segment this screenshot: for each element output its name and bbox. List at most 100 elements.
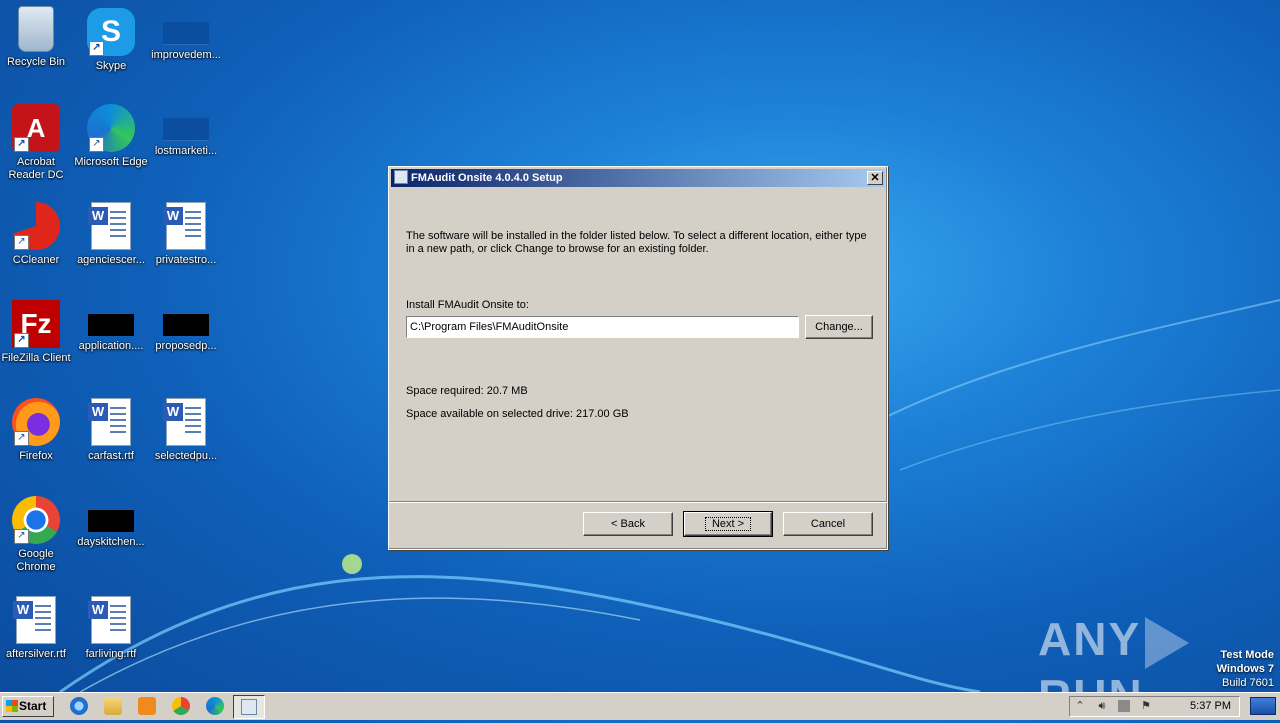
desktop-icon-edge[interactable]: ↗ Microsoft Edge bbox=[73, 104, 149, 169]
file-icon bbox=[163, 22, 209, 45]
action-center-flag-icon[interactable]: ⚑ bbox=[1140, 700, 1152, 712]
cancel-button[interactable]: Cancel bbox=[783, 512, 873, 536]
desktop-icon-label: Recycle Bin bbox=[6, 56, 66, 68]
desktop-icon-label: farliving.rtf bbox=[85, 648, 137, 660]
desktop-icon-label: aftersilver.rtf bbox=[6, 648, 66, 660]
desktop-icon-label: lostmarketi... bbox=[154, 145, 218, 157]
word-doc-icon: W bbox=[163, 398, 206, 446]
next-button[interactable]: Next > bbox=[683, 511, 773, 537]
desktop-icon-label: application.... bbox=[78, 340, 144, 352]
ie-icon[interactable] bbox=[70, 697, 88, 715]
acrobat-icon: A ↗ bbox=[12, 104, 60, 152]
word-doc-icon: W bbox=[163, 202, 206, 250]
setup-dialog: FMAudit Onsite 4.0.4.0 Setup ✕ The softw… bbox=[388, 166, 888, 550]
play-logo-icon bbox=[1145, 616, 1190, 669]
desktop-icon-label: agenciescer... bbox=[77, 254, 145, 266]
desktop-icon-aftersilver[interactable]: W aftersilver.rtf bbox=[0, 596, 74, 661]
intro-text: The software will be installed in the fo… bbox=[406, 230, 867, 255]
anyrun-brand-left: ANY bbox=[1038, 613, 1142, 665]
desktop-icon-label: selectedpu... bbox=[154, 450, 218, 462]
skype-icon: S ↗ bbox=[87, 8, 135, 56]
desktop-icon-label: Google Chrome bbox=[16, 548, 56, 573]
test-mode-text: Test Mode bbox=[1220, 649, 1274, 661]
desktop-icon-acrobat[interactable]: A ↗ Acrobat Reader DC bbox=[0, 104, 74, 182]
back-button[interactable]: < Back bbox=[583, 512, 673, 536]
volume-icon[interactable]: 🔊︎ bbox=[1096, 700, 1108, 712]
edge-icon: ↗ bbox=[87, 104, 135, 152]
cancel-button-label: Cancel bbox=[810, 518, 846, 530]
desktop-icon-filezilla[interactable]: Fz ↗ FileZilla Client bbox=[0, 300, 74, 365]
chevron-up-icon[interactable]: ⌃ bbox=[1074, 700, 1086, 712]
desktop-icon-label: privatestro... bbox=[155, 254, 217, 266]
desktop-icon-dayskitchen[interactable]: dayskitchen... bbox=[73, 496, 149, 549]
ccleaner-icon: ↗ bbox=[12, 202, 60, 250]
desktop-icon-lostmarketi[interactable]: lostmarketi... bbox=[148, 104, 224, 158]
build-text: Build 7601 bbox=[1222, 677, 1274, 689]
windows-logo-icon bbox=[6, 700, 18, 712]
setup-taskbar-button[interactable] bbox=[233, 695, 265, 719]
chrome-taskbar-icon[interactable] bbox=[172, 697, 190, 715]
close-icon: ✕ bbox=[870, 172, 880, 184]
dialog-separator bbox=[389, 501, 887, 503]
word-doc-icon: W bbox=[88, 398, 131, 446]
network-icon[interactable] bbox=[1118, 700, 1130, 712]
space-available-text: Space available on selected drive: 217.0… bbox=[406, 408, 629, 420]
desktop-icon-improvedem[interactable]: improvedem... bbox=[148, 8, 224, 62]
desktop-icon-agenciescer[interactable]: W agenciescer... bbox=[73, 202, 149, 267]
desktop-icon-ccleaner[interactable]: ↗ CCleaner bbox=[0, 202, 74, 267]
desktop-icon-firefox[interactable]: ↗ Firefox bbox=[0, 398, 74, 463]
file-icon bbox=[88, 314, 134, 336]
filezilla-icon: Fz ↗ bbox=[12, 300, 60, 348]
start-button[interactable]: Start bbox=[2, 696, 54, 717]
desktop-icon-label: FileZilla Client bbox=[1, 352, 71, 364]
change-button[interactable]: Change... bbox=[805, 315, 873, 339]
media-player-icon[interactable] bbox=[138, 697, 156, 715]
os-name-text: Windows 7 bbox=[1216, 663, 1274, 675]
desktop-icon-chrome[interactable]: ↗ Google Chrome bbox=[0, 496, 74, 574]
edge-taskbar-icon[interactable] bbox=[206, 697, 224, 715]
desktop-icon-skype[interactable]: S ↗ Skype bbox=[73, 8, 149, 73]
desktop-icon-label: CCleaner bbox=[12, 254, 60, 266]
desktop-icon-recycle-bin[interactable]: Recycle Bin bbox=[0, 6, 74, 69]
word-doc-icon: W bbox=[13, 596, 56, 644]
desktop-icon-label: improvedem... bbox=[151, 49, 221, 61]
install-path-field[interactable]: C:\Program Files\FMAuditOnsite bbox=[406, 316, 799, 338]
word-doc-icon: W bbox=[88, 596, 131, 644]
next-button-label: Next > bbox=[704, 517, 752, 531]
clock[interactable]: 5:37 PM bbox=[1190, 697, 1231, 716]
system-tray: ⌃ 🔊︎ ⚑ 5:37 PM bbox=[1069, 696, 1240, 717]
desktop-icon-label: Microsoft Edge bbox=[74, 156, 148, 168]
desktop-icon-privatestro[interactable]: W privatestro... bbox=[148, 202, 224, 267]
start-label: Start bbox=[19, 699, 47, 713]
show-desktop-button[interactable] bbox=[1250, 697, 1276, 715]
install-location-label: Install FMAudit Onsite to: bbox=[406, 299, 529, 311]
recycle-bin-icon bbox=[18, 6, 54, 52]
firefox-icon: ↗ bbox=[12, 398, 60, 446]
taskbar: Start ⌃ 🔊︎ ⚑ 5:37 PM bbox=[0, 692, 1280, 720]
desktop-icon-label: carfast.rtf bbox=[88, 450, 134, 462]
setup-app-icon bbox=[241, 699, 257, 715]
file-icon bbox=[163, 118, 209, 141]
desktop-icon-label: Acrobat Reader DC bbox=[8, 156, 64, 181]
desktop-icon-proposedp[interactable]: proposedp... bbox=[148, 300, 224, 353]
close-button[interactable]: ✕ bbox=[867, 171, 883, 185]
desktop-icon-selectedpu[interactable]: W selectedpu... bbox=[148, 398, 224, 463]
desktop-icon-label: Skype bbox=[95, 60, 127, 72]
dialog-title: FMAudit Onsite 4.0.4.0 Setup bbox=[411, 172, 563, 184]
desktop-icon-application[interactable]: application.... bbox=[73, 300, 149, 353]
change-button-label: Change... bbox=[815, 321, 863, 333]
file-icon bbox=[88, 510, 134, 532]
file-icon bbox=[163, 314, 209, 336]
desktop-icon-carfast[interactable]: W carfast.rtf bbox=[73, 398, 149, 463]
setup-app-icon bbox=[394, 170, 408, 184]
space-required-text: Space required: 20.7 MB bbox=[406, 385, 528, 397]
explorer-folder-icon[interactable] bbox=[104, 697, 122, 715]
test-mode-notice: Test Mode Windows 7 Build 7601 bbox=[1217, 648, 1274, 690]
word-doc-icon: W bbox=[88, 202, 131, 250]
desktop-icon-label: proposedp... bbox=[155, 340, 217, 352]
dialog-titlebar[interactable]: FMAudit Onsite 4.0.4.0 Setup ✕ bbox=[391, 169, 885, 187]
desktop-icon-label: Firefox bbox=[19, 450, 53, 462]
back-button-label: < Back bbox=[611, 518, 645, 530]
chrome-icon: ↗ bbox=[12, 496, 60, 544]
desktop-icon-farliving[interactable]: W farliving.rtf bbox=[73, 596, 149, 661]
